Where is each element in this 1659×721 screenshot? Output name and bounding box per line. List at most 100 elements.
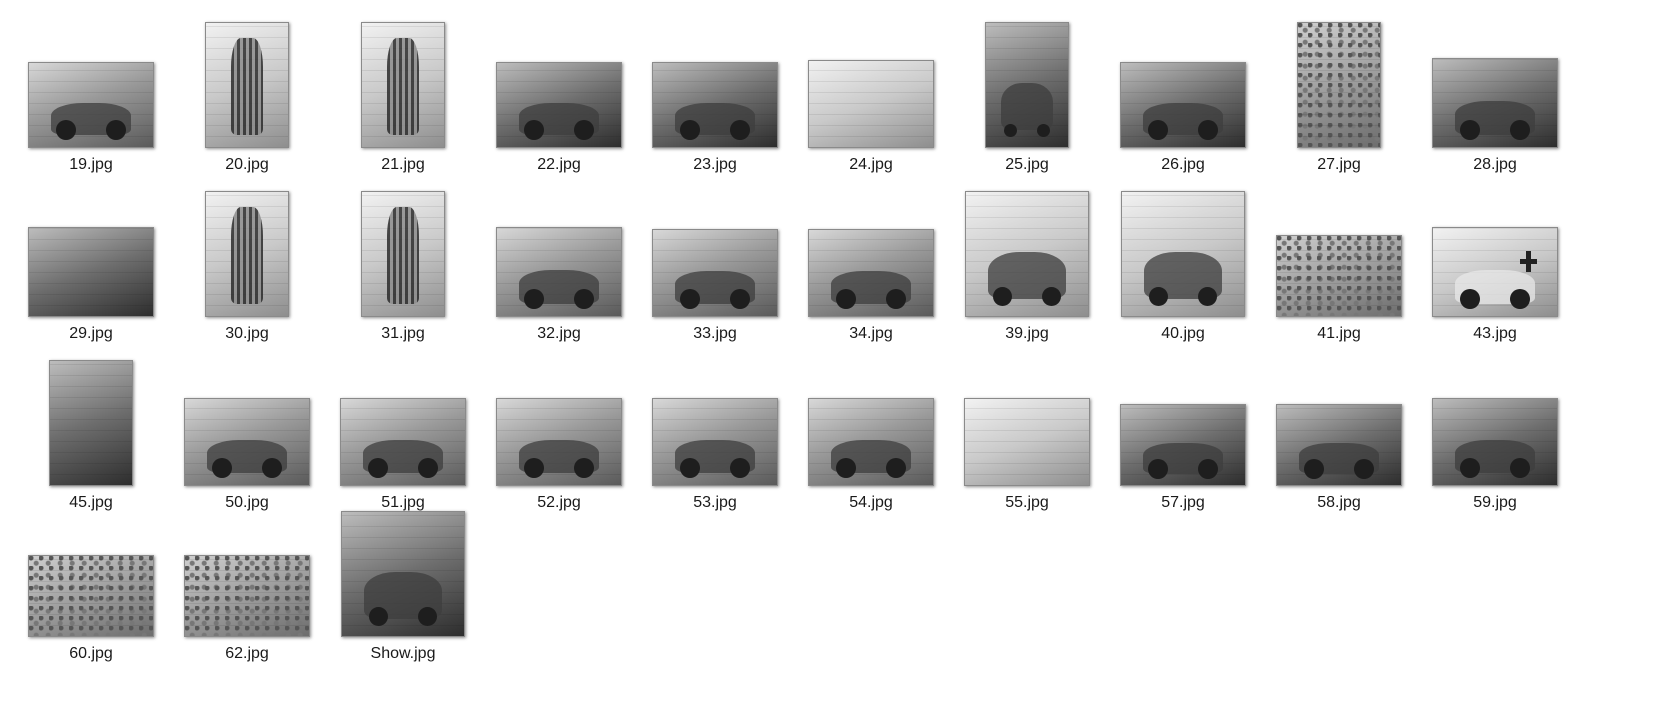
van-photo-icon[interactable] [808,398,934,486]
truck-photo-icon[interactable] [1120,404,1246,486]
bus-photo-icon[interactable] [1276,404,1402,486]
thumbnail-frame [949,177,1105,317]
tanker-truck-photo-icon[interactable] [184,398,310,486]
workshop-photo-icon[interactable] [49,360,133,486]
file-name-label: 34.jpg [849,325,893,342]
file-item[interactable]: 53.jpg [637,346,793,516]
file-name-label: 39.jpg [1005,325,1049,342]
grille-photo-icon[interactable] [205,22,289,148]
car-photo-icon[interactable] [28,62,154,148]
truck-photo-icon[interactable] [1432,398,1558,486]
thumbnail-frame [793,346,949,486]
file-name-label: 60.jpg [69,645,113,662]
file-name-label: 57.jpg [1161,494,1205,511]
tanker-truck-photo-icon[interactable] [496,398,622,486]
aerial-photo-icon[interactable] [808,60,934,148]
file-item[interactable]: 41.jpg [1261,177,1417,347]
van-photo-icon[interactable] [652,398,778,486]
file-item[interactable]: 54.jpg [793,346,949,516]
car-photo-icon[interactable] [496,227,622,317]
file-item[interactable]: 52.jpg [481,346,637,516]
grille-photo-icon[interactable] [361,22,445,148]
ambulance-photo-icon[interactable] [1432,227,1558,317]
file-item[interactable]: 32.jpg [481,177,637,347]
crowd-photo-icon[interactable] [1276,235,1402,317]
file-name-label: 30.jpg [225,325,269,342]
thumbnail-frame [1261,177,1417,317]
thumbnail-frame [1417,8,1573,148]
file-item[interactable]: 25.jpg [949,8,1105,178]
file-name-label: 32.jpg [537,325,581,342]
file-name-label: 62.jpg [225,645,269,662]
armored-vehicle-photo-icon[interactable] [1120,62,1246,148]
file-item[interactable]: 19.jpg [13,8,169,178]
file-name-label: 43.jpg [1473,325,1517,342]
file-item[interactable]: 55.jpg [949,346,1105,516]
file-item[interactable]: 45.jpg [13,346,169,516]
file-name-label: Show.jpg [370,645,436,662]
file-item[interactable]: 50.jpg [169,346,325,516]
file-name-label: 59.jpg [1473,494,1517,511]
thumbnail-frame [325,497,481,637]
file-name-label: 33.jpg [693,325,737,342]
car-photo-icon[interactable] [808,229,934,317]
file-item[interactable]: 31.jpg [325,177,481,347]
file-item[interactable]: 23.jpg [637,8,793,178]
file-item[interactable]: 21.jpg [325,8,481,178]
thumbnail-frame [481,177,637,317]
file-item[interactable]: 60.jpg [13,497,169,667]
file-name-label: 55.jpg [1005,494,1049,511]
file-name-label: 24.jpg [849,156,893,173]
people-photo-icon[interactable] [1121,191,1245,317]
thumbnail-frame [169,8,325,148]
file-name-label: 23.jpg [693,156,737,173]
file-item[interactable]: 27.jpg [1261,8,1417,178]
thumbnail-frame [325,8,481,148]
armored-vehicle-photo-icon[interactable] [985,22,1069,148]
thumbnail-frame [1105,177,1261,317]
armored-vehicle-photo-icon[interactable] [1432,58,1558,148]
file-item[interactable]: 51.jpg [325,346,481,516]
thumbnail-frame [169,497,325,637]
file-item[interactable]: 30.jpg [169,177,325,347]
thumbnail-frame [481,346,637,486]
file-item[interactable]: 62.jpg [169,497,325,667]
crowd-photo-icon[interactable] [1297,22,1381,148]
market-photo-icon[interactable] [964,398,1090,486]
thumbnail-frame [1417,177,1573,317]
armored-vehicle-photo-icon[interactable] [496,62,622,148]
thumbnail-frame [637,8,793,148]
file-item[interactable]: 57.jpg [1105,346,1261,516]
grille-photo-icon[interactable] [205,191,289,317]
file-item[interactable]: 43.jpg [1417,177,1573,347]
file-item[interactable]: 34.jpg [793,177,949,347]
thumbnail-frame [1261,8,1417,148]
file-item[interactable]: 40.jpg [1105,177,1261,347]
truck-photo-icon[interactable] [341,511,465,637]
file-item[interactable]: 26.jpg [1105,8,1261,178]
crowd-photo-icon[interactable] [184,555,310,637]
file-name-label: 41.jpg [1317,325,1361,342]
file-item[interactable]: Show.jpg [325,497,481,667]
file-name-label: 20.jpg [225,156,269,173]
thumbnail-frame [13,8,169,148]
file-item[interactable]: 28.jpg [1417,8,1573,178]
file-name-label: 25.jpg [1005,156,1049,173]
truck-photo-icon[interactable] [652,62,778,148]
tanker-truck-photo-icon[interactable] [340,398,466,486]
file-item[interactable]: 29.jpg [13,177,169,347]
file-item[interactable]: 59.jpg [1417,346,1573,516]
file-item[interactable]: 22.jpg [481,8,637,178]
file-item[interactable]: 20.jpg [169,8,325,178]
file-item[interactable]: 24.jpg [793,8,949,178]
thumbnail-frame [169,177,325,317]
grille-photo-icon[interactable] [361,191,445,317]
crowd-photo-icon[interactable] [28,555,154,637]
people-photo-icon[interactable] [965,191,1089,317]
file-item[interactable]: 58.jpg [1261,346,1417,516]
file-item[interactable]: 33.jpg [637,177,793,347]
armored-car-photo-icon[interactable] [652,229,778,317]
file-item[interactable]: 39.jpg [949,177,1105,347]
thumbnail-frame [325,346,481,486]
workshop-photo-icon[interactable] [28,227,154,317]
